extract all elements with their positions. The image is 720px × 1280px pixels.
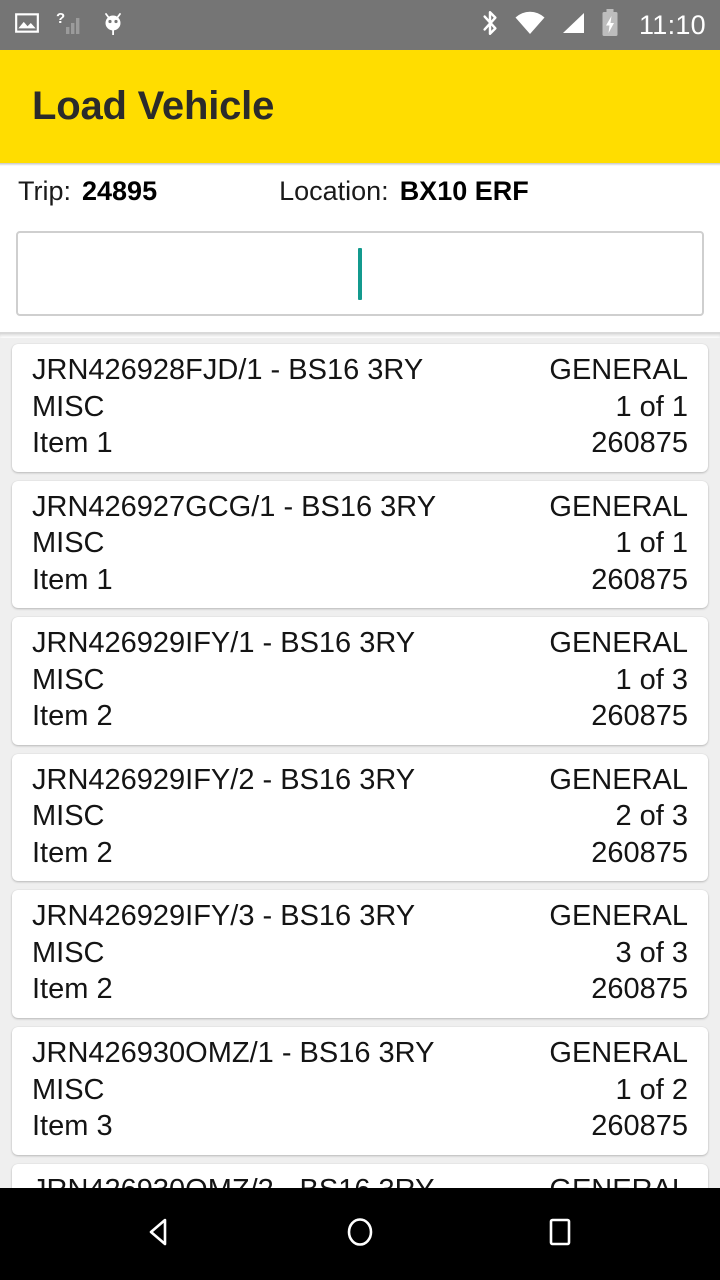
list-item[interactable]: JRN426929IFY/3 - BS16 3RY GENERAL MISC 3…: [12, 890, 708, 1018]
recents-icon: [540, 1212, 580, 1257]
list-item-reference: JRN426927GCG/1 - BS16 3RY: [32, 490, 437, 523]
list-item-reference: JRN426929IFY/2 - BS16 3RY: [32, 763, 416, 796]
list-item-line-2: MISC 1 of 2: [32, 1072, 688, 1109]
status-bar-clock: 11:10: [638, 9, 706, 40]
list-item-item: Item 2: [32, 836, 113, 869]
svg-text:?: ?: [56, 10, 65, 27]
list-item-line-1: JRN426929IFY/1 - BS16 3RY GENERAL: [32, 625, 688, 662]
signal-unknown-icon: ?: [56, 10, 84, 41]
trip-label: Trip:: [18, 175, 71, 206]
list-item-line-1: JRN426930OMZ/1 - BS16 3RY GENERAL: [32, 1035, 688, 1072]
location-label: Location:: [279, 175, 389, 206]
list-item-line-2: MISC 1 of 1: [32, 389, 688, 426]
list-item[interactable]: JRN426927GCG/1 - BS16 3RY GENERAL MISC 1…: [12, 480, 708, 609]
recents-button[interactable]: [505, 1188, 615, 1280]
list-item-category: GENERAL: [549, 1036, 688, 1069]
battery-charging-icon: [600, 8, 620, 43]
list-item-line-1: JRN426930OMZ/2 - BS16 3RY GENERAL: [32, 1172, 688, 1188]
list-item-type: MISC: [32, 527, 105, 560]
list-item-item: Item 3: [32, 1110, 113, 1143]
trip-info: Trip: 24895: [18, 176, 157, 207]
list-item-count: 1 of 3: [615, 663, 688, 696]
list-item[interactable]: JRN426930OMZ/1 - BS16 3RY GENERAL MISC 1…: [12, 1026, 708, 1155]
list-item-category: GENERAL: [549, 627, 688, 660]
list-item-count: 2 of 3: [615, 800, 688, 833]
list-item-reference: JRN426928FJD/1 - BS16 3RY: [32, 354, 424, 386]
list-item-code: 260875: [591, 973, 688, 1006]
app-bar: Load Vehicle: [0, 50, 720, 163]
wifi-icon: [514, 10, 546, 41]
scan-input-container: [0, 219, 720, 332]
list-item[interactable]: JRN426929IFY/1 - BS16 3RY GENERAL MISC 1…: [12, 617, 708, 745]
list-item-line-3: Item 2 260875: [32, 835, 688, 872]
list-item-category: GENERAL: [549, 1172, 688, 1188]
list-item-line-1: JRN426929IFY/3 - BS16 3RY GENERAL: [32, 898, 688, 935]
list-item-code: 260875: [591, 427, 688, 460]
back-icon: [140, 1212, 180, 1257]
list-item-category: GENERAL: [549, 763, 688, 796]
list-item-line-3: Item 3 260875: [32, 1108, 688, 1145]
list-item-reference: JRN426930OMZ/1 - BS16 3RY: [32, 1036, 435, 1069]
app-root: ? 11:10 Load Vehicle Trip: 24895 Locatio…: [0, 0, 720, 1280]
list-item-line-1: JRN426928FJD/1 - BS16 3RY GENERAL: [32, 352, 688, 389]
list-item-count: 1 of 2: [615, 1073, 688, 1106]
list-item-type: MISC: [32, 1073, 105, 1106]
list-item-reference: JRN426929IFY/3 - BS16 3RY: [32, 900, 416, 933]
list-item-category: GENERAL: [549, 354, 688, 386]
load-items-list[interactable]: JRN426928FJD/1 - BS16 3RY GENERAL MISC 1…: [0, 338, 720, 1188]
status-bar-left-icons: ?: [14, 9, 126, 42]
image-icon: [14, 10, 40, 41]
scan-input-field[interactable]: [16, 231, 704, 316]
status-bar-right-icons: 11:10: [479, 8, 706, 43]
list-item-item: Item 1: [32, 427, 113, 460]
list-item-item: Item 2: [32, 973, 113, 1006]
list-item-line-1: JRN426929IFY/2 - BS16 3RY GENERAL: [32, 762, 688, 799]
trip-value: 24895: [82, 175, 158, 206]
list-item-type: MISC: [32, 936, 105, 969]
list-item-reference: JRN426930OMZ/2 - BS16 3RY: [32, 1172, 434, 1188]
android-debug-icon: [100, 9, 126, 42]
bluetooth-icon: [479, 8, 501, 43]
list-item-count: 3 of 3: [615, 936, 688, 969]
trip-location-info-row: Trip: 24895 Location: BX10 ERF: [0, 163, 720, 219]
list-item-code: 260875: [591, 700, 688, 733]
list-item-category: GENERAL: [549, 900, 688, 933]
list-item-line-3: Item 2 260875: [32, 698, 688, 735]
list-item-type: MISC: [32, 390, 105, 423]
list-item[interactable]: JRN426928FJD/1 - BS16 3RY GENERAL MISC 1…: [12, 344, 708, 472]
page-title: Load Vehicle: [32, 84, 275, 128]
scan-input[interactable]: [18, 233, 702, 314]
list-item-line-2: MISC 1 of 1: [32, 525, 688, 562]
home-button[interactable]: [305, 1188, 415, 1280]
list-item-code: 260875: [591, 836, 688, 869]
list-item-category: GENERAL: [549, 490, 688, 523]
list-item-line-2: MISC 1 of 3: [32, 662, 688, 699]
list-item-reference: JRN426929IFY/1 - BS16 3RY: [32, 627, 416, 660]
list-item-line-2: MISC 3 of 3: [32, 935, 688, 972]
list-item-line-3: Item 2 260875: [32, 971, 688, 1008]
back-button[interactable]: [105, 1188, 215, 1280]
location-value: BX10 ERF: [399, 175, 529, 206]
location-info: Location: BX10 ERF: [279, 176, 529, 207]
status-bar: ? 11:10: [0, 0, 720, 50]
android-navigation-bar: [0, 1188, 720, 1280]
list-item-line-3: Item 1 260875: [32, 425, 688, 462]
list-item-item: Item 1: [32, 563, 113, 596]
list-item[interactable]: JRN426930OMZ/2 - BS16 3RY GENERAL MISC 2…: [12, 1163, 708, 1188]
list-item-type: MISC: [32, 800, 105, 833]
list-item-line-1: JRN426927GCG/1 - BS16 3RY GENERAL: [32, 489, 688, 526]
list-item-line-2: MISC 2 of 3: [32, 798, 688, 835]
list-item-count: 1 of 1: [615, 527, 688, 560]
list-item-item: Item 2: [32, 700, 113, 733]
list-item-code: 260875: [591, 1110, 688, 1143]
list-item[interactable]: JRN426929IFY/2 - BS16 3RY GENERAL MISC 2…: [12, 753, 708, 882]
list-item-count: 1 of 1: [615, 390, 688, 423]
list-item-type: MISC: [32, 663, 105, 696]
list-item-code: 260875: [591, 563, 688, 596]
list-item-line-3: Item 1 260875: [32, 562, 688, 599]
home-icon: [340, 1212, 380, 1257]
cellular-signal-icon: [559, 10, 587, 41]
